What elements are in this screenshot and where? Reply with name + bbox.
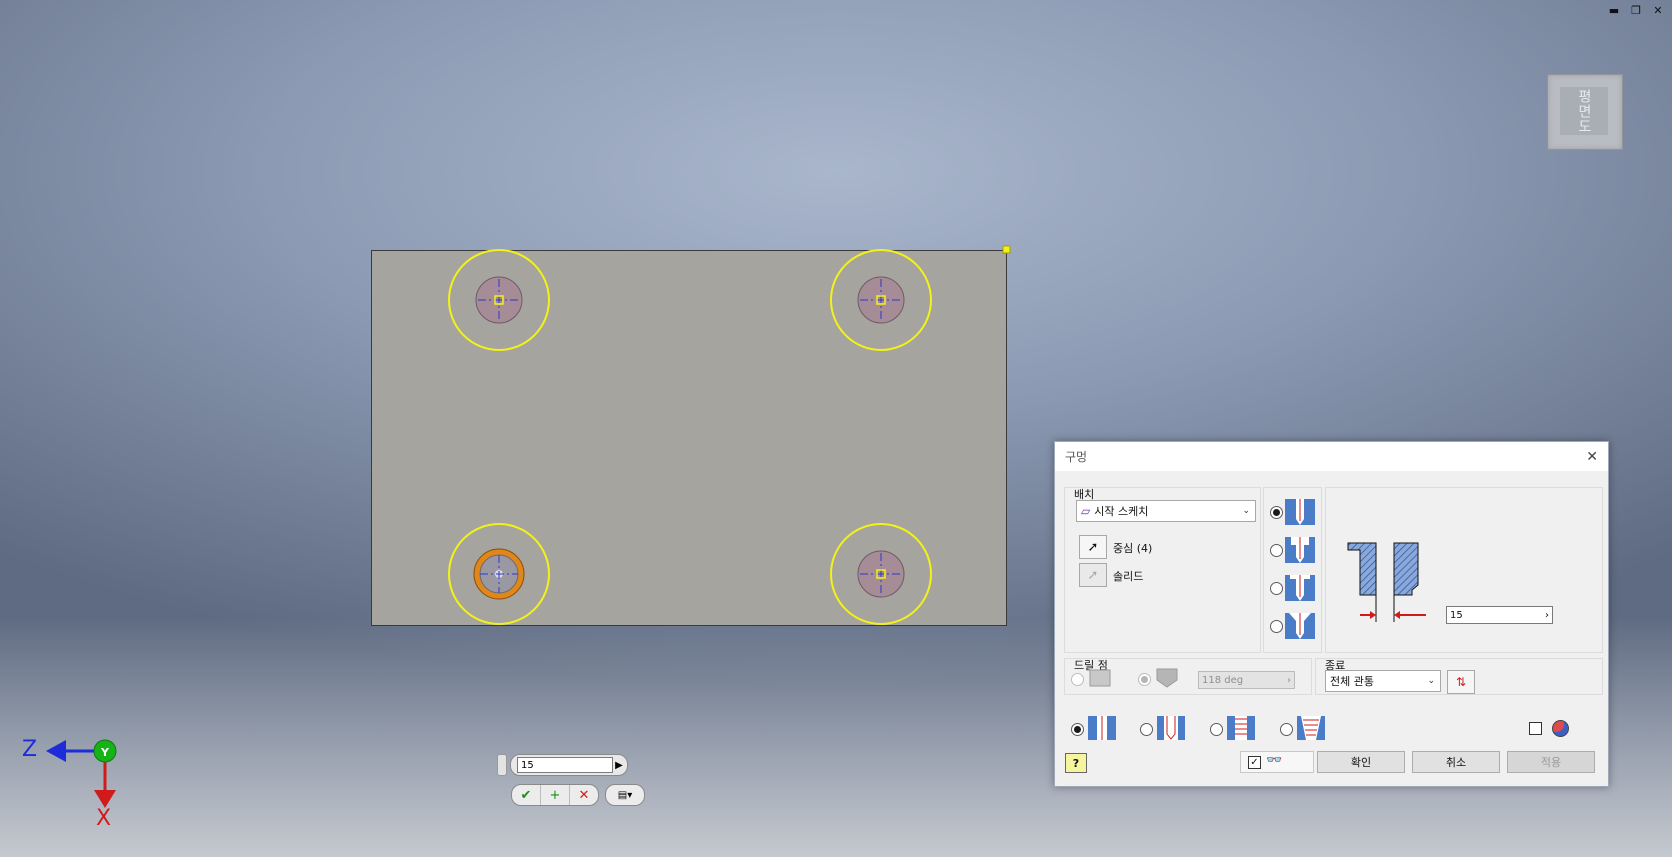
centers-select-button[interactable]: ➚ <box>1079 535 1107 559</box>
dialog-title: 구멍 <box>1065 450 1088 464</box>
flip-direction-icon: ⇅ <box>1455 675 1467 689</box>
mini-cancel-button[interactable]: ✕ <box>570 785 598 805</box>
centers-label: 중심 (4) <box>1113 542 1153 555</box>
drill-angle-expand-icon[interactable]: › <box>1287 675 1291 686</box>
hole-type-countersink-radio[interactable] <box>1270 620 1283 633</box>
mini-action-group: ✔ + ✕ <box>511 784 599 806</box>
mini-toolbar-grip[interactable] <box>497 754 507 776</box>
spotface-hole-icon <box>1285 575 1315 601</box>
axis-z-label: Z <box>22 737 38 762</box>
drill-angle-input[interactable]: 118 deg › <box>1198 671 1295 689</box>
cancel-button[interactable]: 취소 <box>1412 751 1500 773</box>
thread-simple-radio[interactable] <box>1071 723 1084 736</box>
hole-type-group <box>1263 487 1322 653</box>
flip-direction-button[interactable]: ⇅ <box>1447 670 1475 694</box>
mini-toolbar: ▶ ✔ + ✕ ▤▾ <box>497 754 645 806</box>
placement-dropdown-value: 시작 스케치 <box>1094 505 1149 518</box>
glasses-icon: 👓 <box>1266 753 1283 768</box>
thread-tapped-radio[interactable] <box>1210 723 1223 736</box>
hole-type-spotface-radio[interactable] <box>1270 582 1283 595</box>
thread-taper-tapped-radio[interactable] <box>1280 723 1293 736</box>
angle-point-icon <box>1156 668 1178 688</box>
restore-icon[interactable]: ❐ <box>1630 4 1642 17</box>
countersink-hole-icon <box>1285 613 1315 639</box>
solid-select-button[interactable]: ➚ <box>1079 563 1107 587</box>
clearance-hole-icon <box>1157 716 1185 740</box>
iprop-icon[interactable] <box>1552 720 1569 737</box>
viewcube[interactable]: 평면도 <box>1547 74 1623 150</box>
viewcube-face-top[interactable]: 평면도 <box>1560 87 1608 135</box>
dialog-titlebar[interactable]: 구멍 ✕ <box>1055 442 1608 471</box>
solid-label: 솔리드 <box>1113 570 1144 583</box>
close-icon[interactable]: ✕ <box>1652 4 1664 17</box>
pointer-arrow-icon: ➚ <box>1087 539 1099 555</box>
mini-ok-button[interactable]: ✔ <box>512 785 541 805</box>
taper-tapped-hole-icon <box>1297 716 1325 740</box>
diameter-value: 15 <box>1450 609 1463 621</box>
mini-value-input[interactable] <box>517 757 613 773</box>
termination-group: 종료 전체 관통 ⌄ ⇅ <box>1315 658 1603 695</box>
sketch-icon: ▱ <box>1081 504 1091 518</box>
drilled-hole-icon <box>1285 499 1315 525</box>
mini-value-field: ▶ <box>510 754 628 776</box>
help-icon: ? <box>1072 756 1080 770</box>
hole-preview-group: 15 › <box>1325 487 1603 653</box>
diameter-expand-icon[interactable]: › <box>1545 610 1549 621</box>
hole-dialog: 구멍 ✕ 배치 ▱ 시작 스케치 ⌄ ➚ 중심 (4) ➚ 솔리드 15 › 드… <box>1054 441 1609 787</box>
preview-toggle[interactable]: ✓ 👓 <box>1240 751 1314 773</box>
counterbore-hole-icon <box>1285 537 1315 563</box>
drill-point-angle-radio[interactable] <box>1138 673 1151 686</box>
window-controls: ▬ ❐ ✕ <box>1608 4 1664 17</box>
minimize-icon[interactable]: ▬ <box>1608 4 1620 17</box>
placement-dropdown[interactable]: ▱ 시작 스케치 ⌄ <box>1076 500 1256 522</box>
hole-type-counterbore-radio[interactable] <box>1270 544 1283 557</box>
pointer-arrow-icon: ➚ <box>1087 567 1099 583</box>
preview-checkbox[interactable]: ✓ <box>1248 756 1261 769</box>
chevron-down-icon: ⌄ <box>1427 676 1435 686</box>
apply-button[interactable]: 적용 <box>1507 751 1595 773</box>
tapped-hole-icon <box>1227 716 1255 740</box>
diameter-input[interactable]: 15 › <box>1446 606 1553 624</box>
hole-section-preview <box>1347 542 1426 622</box>
simple-hole-icon <box>1088 716 1116 740</box>
chevron-down-icon: ⌄ <box>1242 506 1250 516</box>
dialog-close-icon[interactable]: ✕ <box>1586 449 1598 465</box>
mini-options-button[interactable]: ▤▾ <box>605 784 645 806</box>
mini-value-arrow[interactable]: ▶ <box>613 760 625 771</box>
drill-point-group: 드릴 점 118 deg › <box>1064 658 1312 695</box>
flat-point-icon <box>1089 669 1111 687</box>
termination-value: 전체 관통 <box>1330 675 1374 688</box>
thread-clearance-radio[interactable] <box>1140 723 1153 736</box>
termination-dropdown[interactable]: 전체 관통 ⌄ <box>1325 670 1441 692</box>
hole-type-drilled-radio[interactable] <box>1270 506 1283 519</box>
mini-add-button[interactable]: + <box>541 785 570 805</box>
part-plate[interactable] <box>371 250 1007 626</box>
drill-point-flat-radio[interactable] <box>1071 673 1084 686</box>
axis-x-label: X <box>96 806 112 831</box>
ok-button[interactable]: 확인 <box>1317 751 1405 773</box>
placement-group: 배치 ▱ 시작 스케치 ⌄ ➚ 중심 (4) ➚ 솔리드 <box>1064 487 1261 653</box>
extra-option-checkbox[interactable] <box>1529 722 1542 735</box>
help-button[interactable]: ? <box>1065 753 1087 773</box>
drill-angle-value: 118 deg <box>1202 674 1244 686</box>
